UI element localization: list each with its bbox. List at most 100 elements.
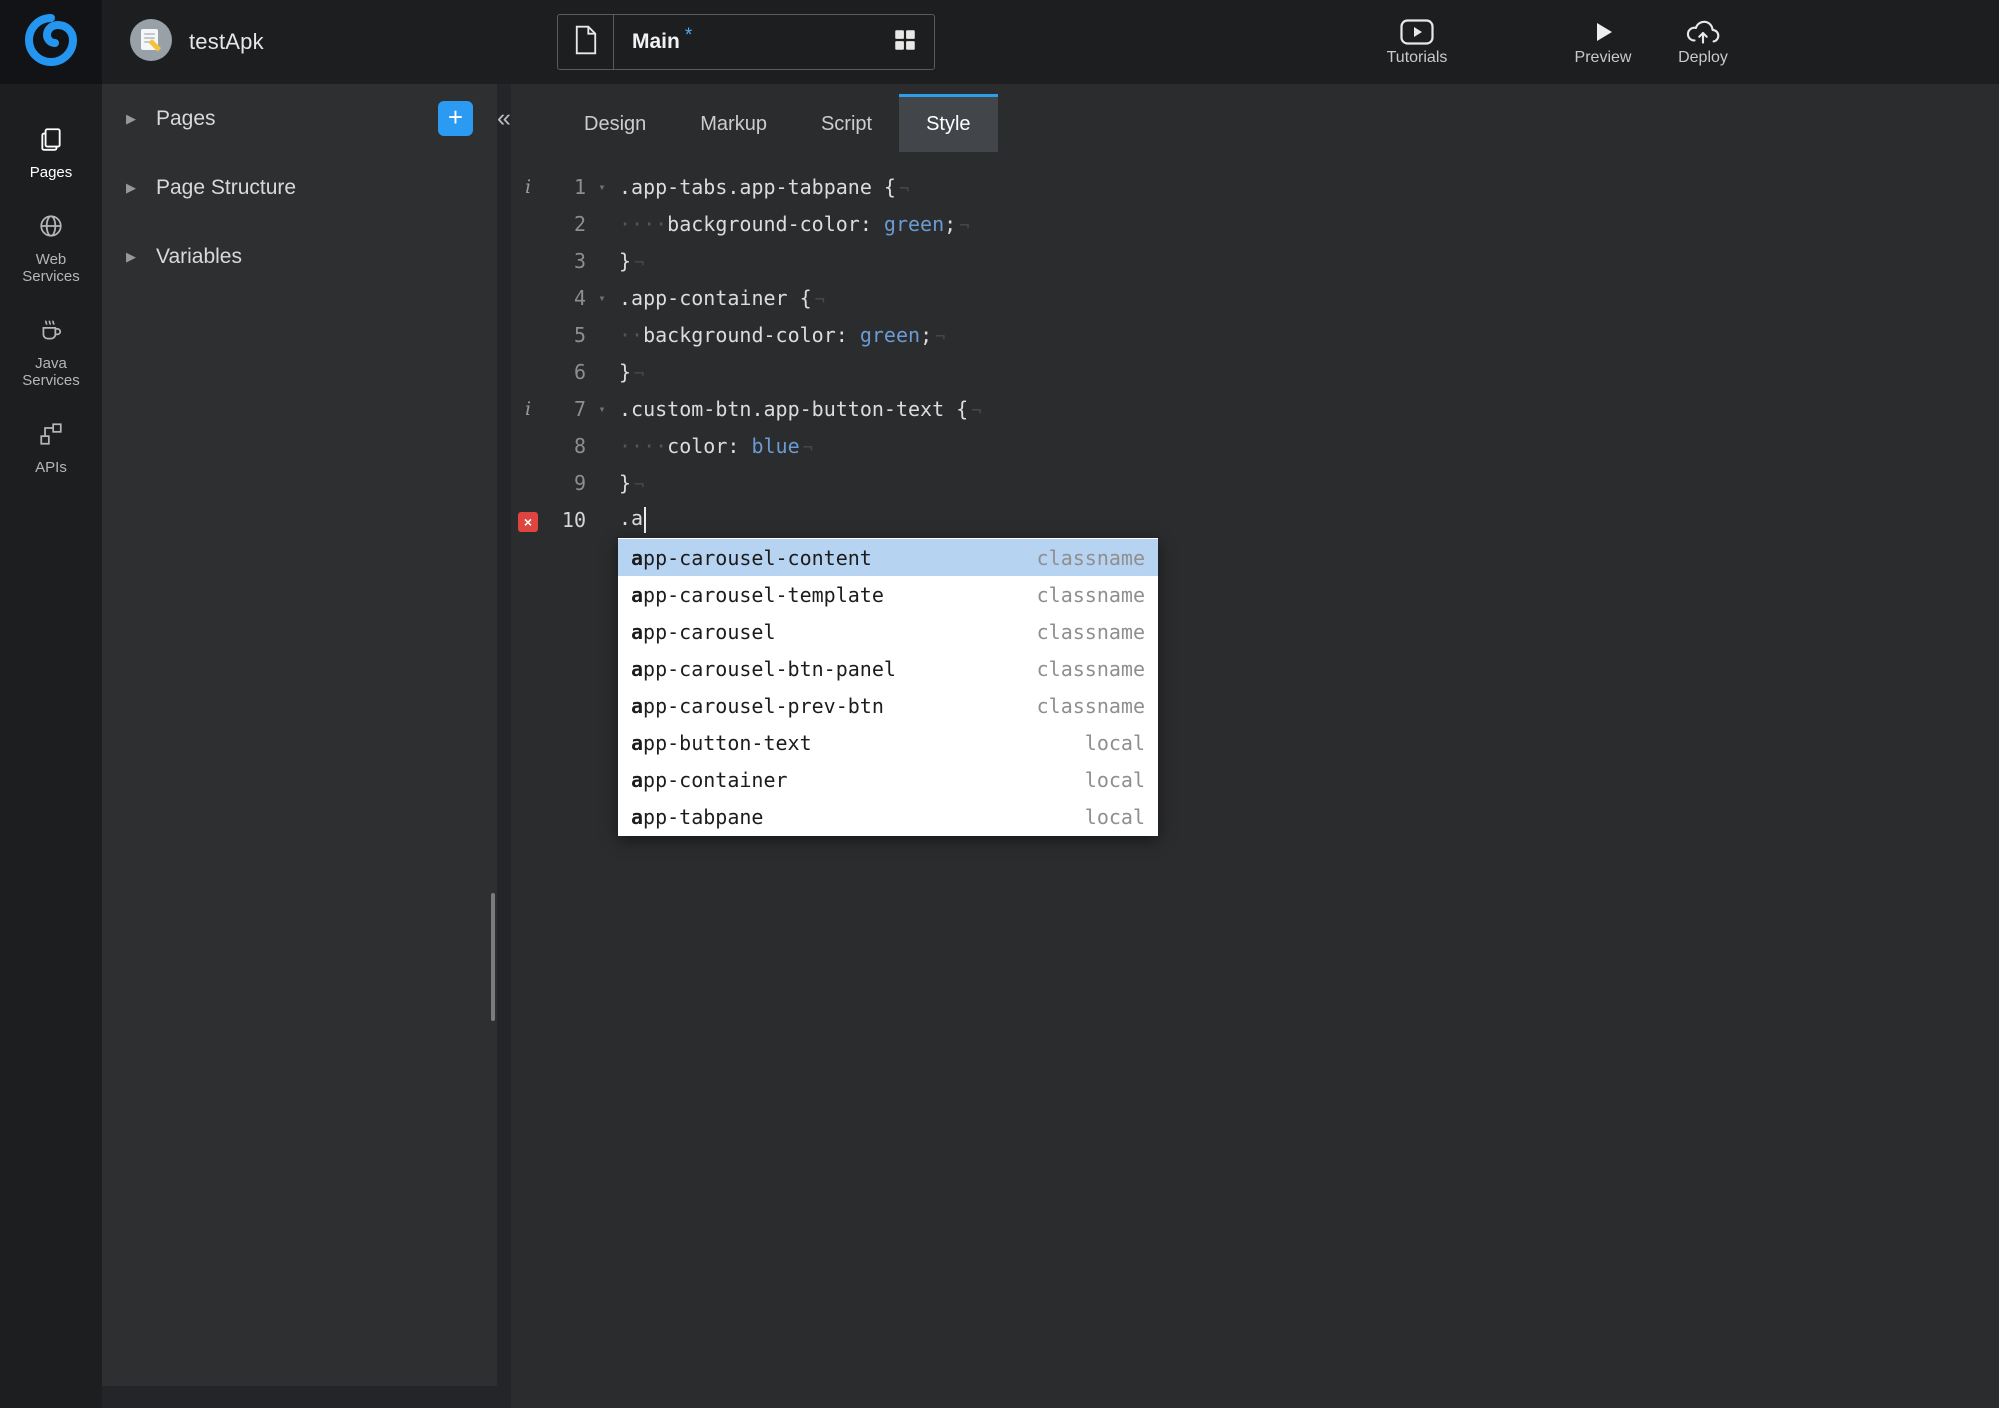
- autocomplete-item[interactable]: app-tabpane local: [618, 798, 1158, 835]
- autocomplete-item[interactable]: app-carousel classname: [618, 613, 1158, 650]
- line-number: 9: [573, 470, 586, 495]
- code-line[interactable]: 8 ····color: blue ¬: [511, 427, 1999, 464]
- code-token: .app-container {: [619, 285, 812, 310]
- section-label: Variables: [156, 244, 242, 268]
- info-icon[interactable]: i: [511, 398, 545, 420]
- autocomplete-item[interactable]: app-carousel-template classname: [618, 576, 1158, 613]
- youtube-icon: [1400, 18, 1434, 46]
- code-line[interactable]: 3} ¬: [511, 242, 1999, 279]
- cloud-upload-icon: [1685, 18, 1721, 46]
- tab-label: Markup: [700, 113, 767, 135]
- code-token: green: [883, 211, 945, 236]
- action-label: Preview: [1574, 48, 1632, 66]
- project-icon: [128, 17, 174, 68]
- autocomplete-item-text: app-button-text: [631, 730, 812, 755]
- code-content: ··background-color: green; ¬: [613, 323, 945, 347]
- fold-toggle-icon[interactable]: ▾: [591, 291, 613, 305]
- code-token: ;: [944, 211, 957, 236]
- autocomplete-item-text: app-carousel-btn-panel: [631, 656, 896, 681]
- error-icon[interactable]: ×: [518, 511, 538, 532]
- grid-icon: [892, 27, 918, 58]
- code-line[interactable]: 5 ··background-color: green; ¬: [511, 316, 1999, 353]
- sidebar-scrollbar[interactable]: [491, 893, 495, 1021]
- text-cursor: [644, 506, 647, 533]
- code-line[interactable]: 4 ▾ .app-container {¬: [511, 279, 1999, 316]
- code-content: .app-tabs.app-tabpane {¬: [613, 175, 909, 199]
- deploy-button[interactable]: Deploy: [1671, 18, 1735, 67]
- code-content: .a: [613, 506, 647, 533]
- line-number: 1: [573, 174, 586, 199]
- rail-item-apis[interactable]: APIs: [0, 409, 102, 488]
- newline-marker: ¬: [634, 474, 645, 495]
- pages-grid-button[interactable]: [876, 15, 934, 69]
- autocomplete-item-kind: classname: [1036, 693, 1145, 718]
- autocomplete-item-kind: local: [1084, 767, 1145, 792]
- code-line[interactable]: i 1 ▾ .app-tabs.app-tabpane {¬: [511, 168, 1999, 205]
- current-page-dropdown[interactable]: Main *: [614, 15, 876, 69]
- newline-marker: ¬: [935, 326, 946, 347]
- rail-item-web-services[interactable]: Web Services: [0, 201, 102, 297]
- code-line[interactable]: × 10 .a: [511, 501, 1999, 538]
- autocomplete-item[interactable]: app-button-text local: [618, 724, 1158, 761]
- newline-marker: ¬: [971, 400, 982, 421]
- autocomplete-item[interactable]: app-carousel-content classname: [618, 539, 1158, 576]
- autocomplete-item[interactable]: app-container local: [618, 761, 1158, 798]
- tab-style[interactable]: Style: [899, 94, 998, 152]
- newline-marker: ¬: [634, 252, 645, 273]
- tab-markup[interactable]: Markup: [673, 94, 794, 152]
- sidebar-footer: [102, 1386, 497, 1408]
- panel-divider: «: [497, 84, 511, 1408]
- code-content: .app-container {¬: [613, 286, 825, 310]
- code-line[interactable]: 2 ····background-color: green; ¬: [511, 205, 1999, 242]
- code-content: .custom-btn.app-button-text {¬: [613, 397, 981, 421]
- newline-marker: ¬: [959, 215, 970, 236]
- code-token: background-color:: [643, 322, 860, 347]
- autocomplete-item[interactable]: app-carousel-prev-btn classname: [618, 687, 1158, 724]
- code-token: .custom-btn.app-button-text {: [619, 396, 969, 421]
- info-icon[interactable]: i: [511, 176, 545, 198]
- autocomplete-item-text: app-carousel-template: [631, 582, 884, 607]
- newline-marker: ¬: [898, 178, 910, 199]
- line-number: 7: [573, 396, 586, 421]
- current-page-name: Main: [632, 30, 680, 53]
- tab-label: Script: [820, 113, 873, 135]
- autocomplete-item[interactable]: app-carousel-btn-panel classname: [618, 650, 1158, 687]
- autocomplete-item-kind: classname: [1036, 656, 1145, 681]
- fold-toggle-icon[interactable]: ▾: [591, 402, 613, 416]
- code-line[interactable]: 6} ¬: [511, 353, 1999, 390]
- sidebar-panel: ▶ Pages + ▶ Page Structure ▶ Variables: [102, 84, 497, 1408]
- code-token: ;: [920, 322, 933, 347]
- code-token: }: [619, 248, 632, 273]
- page-doc-icon: [574, 25, 598, 60]
- code-token: color:: [667, 433, 752, 458]
- rail-item-pages[interactable]: Pages: [0, 114, 102, 193]
- style-code-editor[interactable]: i 1 ▾ .app-tabs.app-tabpane {¬ 2 ····backgrou…: [511, 152, 1999, 1408]
- tab-label: Design: [584, 113, 647, 135]
- tutorials-button[interactable]: Tutorials: [1385, 18, 1449, 67]
- line-number: 4: [573, 285, 586, 310]
- code-line[interactable]: i 7 ▾ .custom-btn.app-button-text {¬: [511, 390, 1999, 427]
- section-pages[interactable]: ▶ Pages +: [102, 84, 497, 153]
- autocomplete-item-text: app-container: [631, 767, 788, 792]
- line-number: 5: [573, 322, 586, 347]
- tab-design[interactable]: Design: [557, 94, 673, 152]
- line-number: 2: [573, 211, 586, 236]
- chevron-right-icon: ▶: [126, 179, 136, 195]
- line-number: 6: [573, 359, 586, 384]
- page-selector[interactable]: Main *: [557, 14, 935, 70]
- gutter-icon-cell: ×: [511, 508, 545, 532]
- collapse-sidebar-icon[interactable]: «: [497, 106, 511, 131]
- main-area: Design Markup Script Style i 1 ▾ .app-tabs.…: [511, 84, 1999, 1408]
- section-page-structure[interactable]: ▶ Page Structure: [102, 153, 497, 222]
- page-doc-button[interactable]: [558, 15, 614, 69]
- preview-button[interactable]: Preview: [1571, 18, 1635, 67]
- code-token: ··: [619, 322, 644, 347]
- rail-item-java-services[interactable]: Java Services: [0, 305, 102, 401]
- code-line[interactable]: 9} ¬: [511, 464, 1999, 501]
- tab-script[interactable]: Script: [794, 94, 899, 152]
- add-page-button[interactable]: +: [438, 101, 473, 136]
- action-label: Deploy: [1678, 48, 1728, 66]
- section-variables[interactable]: ▶ Variables: [102, 222, 497, 291]
- brand-logo[interactable]: [0, 0, 102, 84]
- fold-toggle-icon[interactable]: ▾: [591, 180, 613, 194]
